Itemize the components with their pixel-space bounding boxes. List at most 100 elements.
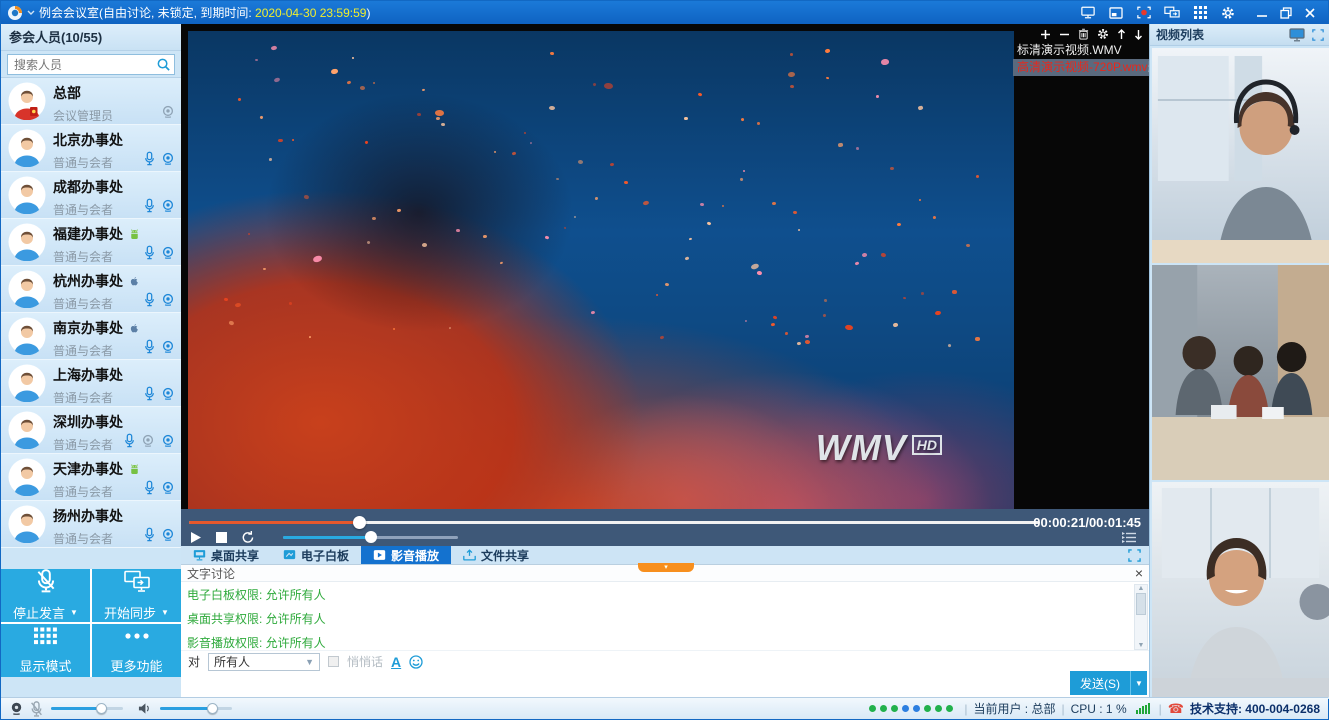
participant-row[interactable]: 福建办事处普通与会者 bbox=[1, 219, 181, 266]
mic-icon[interactable] bbox=[124, 433, 135, 448]
mic-icon[interactable] bbox=[144, 339, 155, 354]
participant-row[interactable]: 南京办事处普通与会者 bbox=[1, 313, 181, 360]
remove-file-icon[interactable] bbox=[1059, 29, 1070, 40]
speaker-icon[interactable] bbox=[137, 702, 152, 715]
tab-media-play[interactable]: 影音播放 bbox=[361, 546, 451, 564]
video-thumbnail[interactable] bbox=[1152, 48, 1329, 263]
participant-row[interactable]: 深圳办事处普通与会者 bbox=[1, 407, 181, 454]
search-icon[interactable] bbox=[156, 57, 171, 75]
webcam-icon[interactable] bbox=[161, 340, 175, 354]
participant-name: 成都办事处 bbox=[53, 177, 123, 197]
tab-whiteboard[interactable]: 电子白板 bbox=[271, 546, 361, 564]
add-file-icon[interactable] bbox=[1040, 29, 1051, 40]
playlist-item[interactable]: 标清演示视频.WMV bbox=[1013, 42, 1149, 59]
send-options-button[interactable]: ▼ bbox=[1130, 671, 1147, 695]
webcam-icon[interactable] bbox=[161, 199, 175, 213]
participant-row[interactable]: 上海办事处普通与会者 bbox=[1, 360, 181, 407]
playlist-toggle-icon[interactable] bbox=[1122, 532, 1137, 546]
move-up-icon[interactable] bbox=[1117, 29, 1126, 40]
webcam-icon[interactable] bbox=[161, 387, 175, 401]
mic-icon[interactable] bbox=[144, 245, 155, 260]
scroll-up-icon[interactable]: ▲ bbox=[1138, 585, 1145, 592]
start-sync-button[interactable]: 开始同步▼ bbox=[92, 569, 181, 622]
chevron-down-icon[interactable]: ▼ bbox=[70, 608, 78, 617]
mic-icon[interactable] bbox=[144, 151, 155, 166]
recipient-select[interactable]: 所有人▼ bbox=[208, 653, 320, 671]
sync-screens-icon bbox=[124, 570, 150, 596]
font-icon[interactable]: A bbox=[391, 654, 401, 670]
monitor-icon[interactable] bbox=[1289, 28, 1305, 42]
record-icon[interactable] bbox=[1132, 3, 1156, 22]
participant-row[interactable]: 天津办事处普通与会者 bbox=[1, 454, 181, 501]
mic-icon[interactable] bbox=[144, 527, 155, 542]
mic-muted-icon[interactable] bbox=[30, 701, 43, 717]
maximize-button[interactable] bbox=[1274, 3, 1298, 22]
webcam-icon[interactable] bbox=[161, 434, 175, 448]
stop-button[interactable] bbox=[216, 532, 227, 543]
tab-desktop-share[interactable]: 桌面共享 bbox=[181, 546, 271, 564]
progress-thumb[interactable] bbox=[353, 516, 366, 529]
webcam-icon[interactable] bbox=[161, 481, 175, 495]
expand-icon[interactable] bbox=[1128, 549, 1141, 562]
video-thumbnail[interactable] bbox=[1152, 265, 1329, 480]
mic-volume-slider[interactable] bbox=[51, 707, 123, 710]
minimize-button[interactable] bbox=[1250, 3, 1274, 22]
status-dot bbox=[946, 705, 953, 712]
participant-row[interactable]: 总部会议管理员 bbox=[1, 78, 181, 125]
whisper-checkbox[interactable] bbox=[328, 656, 339, 667]
send-button[interactable]: 发送(S) bbox=[1070, 671, 1130, 695]
video-thumbnail[interactable] bbox=[1152, 482, 1329, 697]
logo-chevron-icon[interactable] bbox=[27, 10, 35, 16]
progress-bar[interactable] bbox=[189, 521, 1039, 524]
participant-row[interactable]: 杭州办事处普通与会者 bbox=[1, 266, 181, 313]
mic-icon[interactable] bbox=[144, 198, 155, 213]
mic-icon[interactable] bbox=[144, 480, 155, 495]
webcam-gray-icon[interactable] bbox=[161, 105, 175, 119]
webcam-icon[interactable] bbox=[161, 246, 175, 260]
search-area bbox=[1, 51, 181, 78]
chat-collapse-handle[interactable]: ▾ bbox=[638, 563, 694, 572]
trash-icon[interactable] bbox=[1078, 28, 1089, 40]
display-mode-button[interactable]: 显示模式 bbox=[1, 624, 90, 677]
speaker-volume-slider[interactable] bbox=[160, 707, 232, 710]
screen-share-icon[interactable] bbox=[1076, 3, 1100, 22]
playlist-settings-gear-icon[interactable] bbox=[1097, 28, 1109, 40]
volume-slider[interactable] bbox=[283, 536, 458, 539]
playlist-item[interactable]: 高清演示视频-720P.wmv删除 bbox=[1013, 59, 1149, 76]
tab-file-share[interactable]: 文件共享 bbox=[451, 546, 541, 564]
search-input[interactable] bbox=[7, 54, 175, 75]
webcam-icon[interactable] bbox=[9, 701, 24, 716]
webcam-icon[interactable] bbox=[161, 528, 175, 542]
expand-icon[interactable] bbox=[1312, 29, 1324, 41]
webcam-gray-icon[interactable] bbox=[141, 434, 155, 448]
avatar bbox=[8, 129, 46, 167]
replay-button[interactable] bbox=[241, 530, 255, 544]
participant-row[interactable]: 成都办事处普通与会者 bbox=[1, 172, 181, 219]
volume-thumb[interactable] bbox=[365, 531, 377, 543]
stop-speaking-button[interactable]: 停止发言▼ bbox=[1, 569, 90, 622]
mic-icon[interactable] bbox=[144, 292, 155, 307]
chat-input[interactable] bbox=[181, 672, 1149, 699]
webcam-icon[interactable] bbox=[161, 152, 175, 166]
settings-gear-icon[interactable] bbox=[1216, 3, 1240, 22]
play-button[interactable] bbox=[190, 531, 202, 544]
network-sync-icon[interactable] bbox=[1160, 3, 1184, 22]
video-player[interactable]: WMVHD bbox=[188, 31, 1014, 509]
more-features-button[interactable]: 更多功能 bbox=[92, 624, 181, 677]
chat-scrollbar[interactable]: ▲▼ bbox=[1134, 584, 1148, 650]
scroll-down-icon[interactable]: ▼ bbox=[1138, 642, 1145, 649]
scroll-thumb[interactable] bbox=[1136, 593, 1146, 615]
participant-row[interactable]: 北京办事处普通与会者 bbox=[1, 125, 181, 172]
whiteboard-window-icon[interactable] bbox=[1104, 3, 1128, 22]
move-down-icon[interactable] bbox=[1134, 29, 1143, 40]
emoji-icon[interactable] bbox=[409, 655, 423, 669]
chevron-down-icon[interactable]: ▼ bbox=[161, 608, 169, 617]
close-button[interactable] bbox=[1298, 3, 1322, 22]
mic-icon[interactable] bbox=[144, 386, 155, 401]
speaker-volume-thumb[interactable] bbox=[207, 703, 218, 714]
participant-row[interactable]: 扬州办事处普通与会者 bbox=[1, 501, 181, 548]
chat-close-button[interactable]: × bbox=[1135, 566, 1143, 580]
webcam-icon[interactable] bbox=[161, 293, 175, 307]
mic-volume-thumb[interactable] bbox=[96, 703, 107, 714]
layout-grid-icon[interactable] bbox=[1188, 3, 1212, 22]
